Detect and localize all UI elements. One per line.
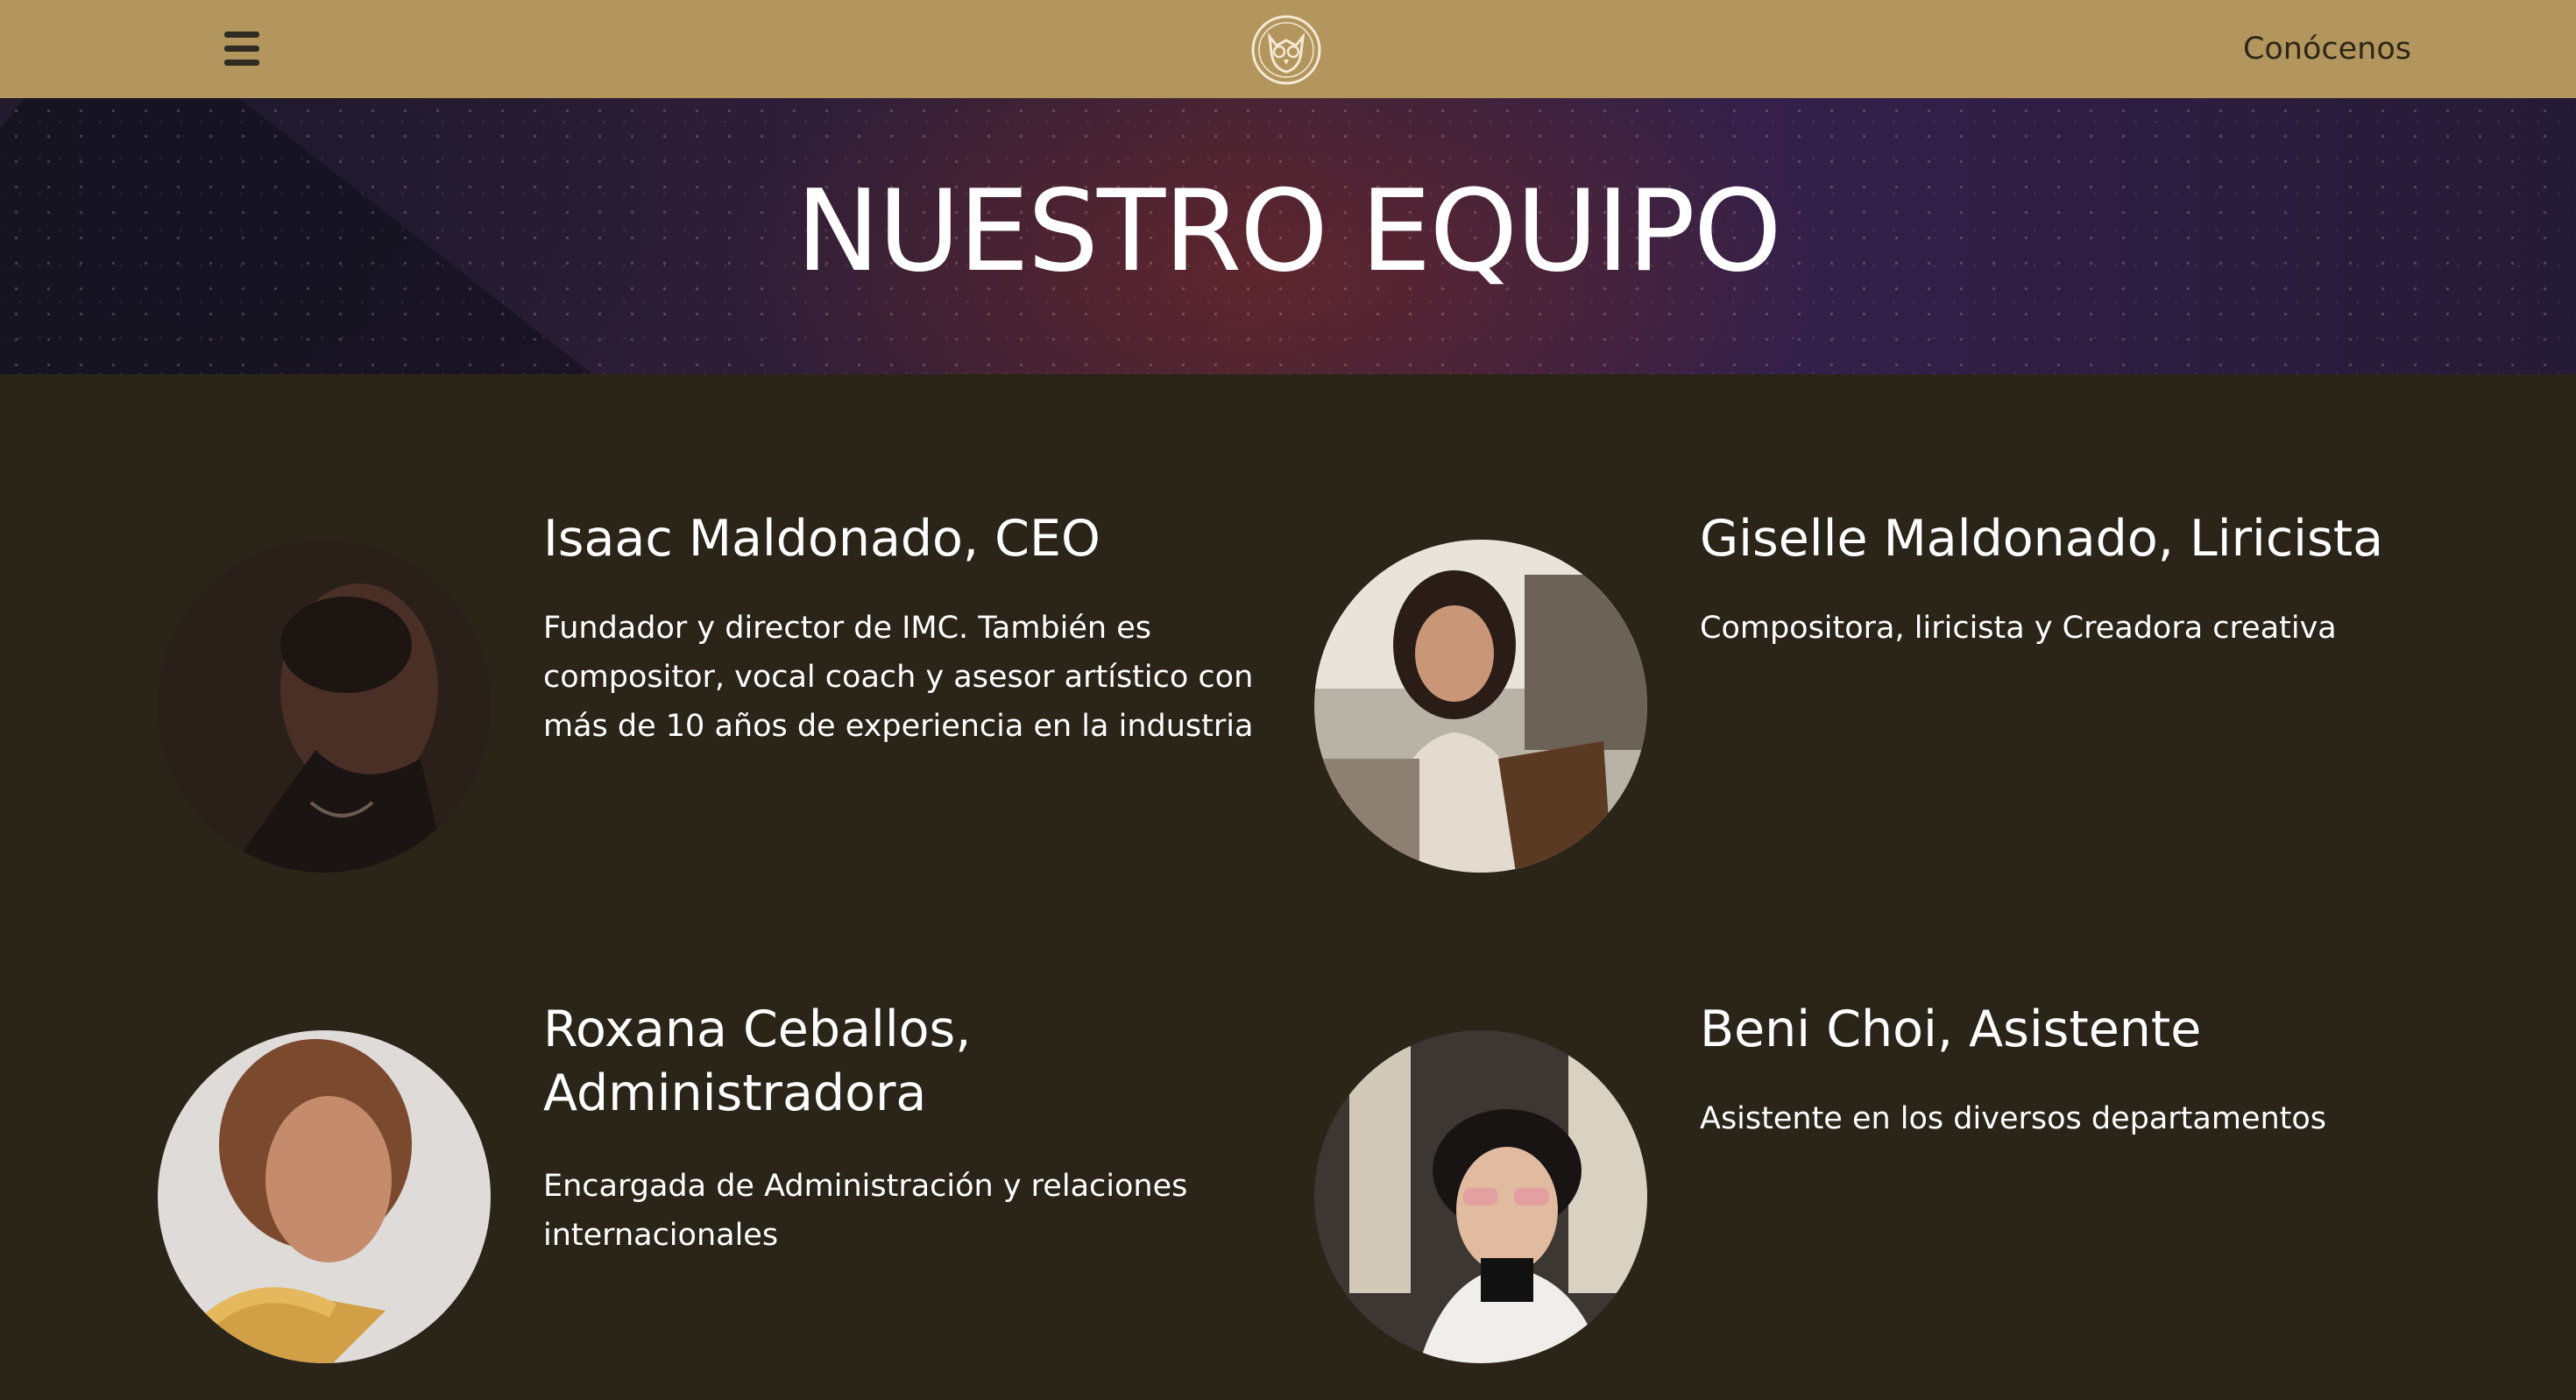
team-member-card: Isaac Maldonado, CEO Fundador y director… <box>158 507 1297 875</box>
team-member-card: Roxana Ceballos, Administradora Encargad… <box>158 998 1297 1366</box>
hamburger-menu-icon[interactable] <box>221 30 263 68</box>
member-name: Giselle Maldonado, Liricista <box>1700 510 2383 568</box>
top-navbar: Conócenos <box>0 0 2576 98</box>
member-photo <box>158 540 491 873</box>
member-photo <box>1314 1030 1647 1363</box>
hero-banner: NUESTRO EQUIPO <box>0 98 2576 374</box>
page-title: NUESTRO EQUIPO <box>796 166 1781 297</box>
member-name: Isaac Maldonado, CEO <box>543 510 1100 568</box>
member-description: Compositora, liricista y Creadora creati… <box>1700 611 2337 646</box>
nav-link-conocenos[interactable]: Conócenos <box>2243 28 2411 70</box>
member-description: Encargada de Administración y relaciones… <box>543 1169 1188 1253</box>
member-photo <box>1314 540 1647 873</box>
team-member-card: Giselle Maldonado, Liricista Compositora… <box>1314 507 2453 875</box>
team-member-card: Beni Choi, Asistente Asistente en los di… <box>1314 998 2453 1366</box>
member-description: Fundador y director de IMC. También es c… <box>543 611 1254 744</box>
owl-logo-icon[interactable] <box>1250 14 1322 86</box>
member-photo <box>158 1030 491 1363</box>
member-description: Asistente en los diversos departamentos <box>1700 1101 2327 1136</box>
member-name: Roxana Ceballos, Administradora <box>543 1001 972 1122</box>
member-name: Beni Choi, Asistente <box>1700 1001 2202 1058</box>
